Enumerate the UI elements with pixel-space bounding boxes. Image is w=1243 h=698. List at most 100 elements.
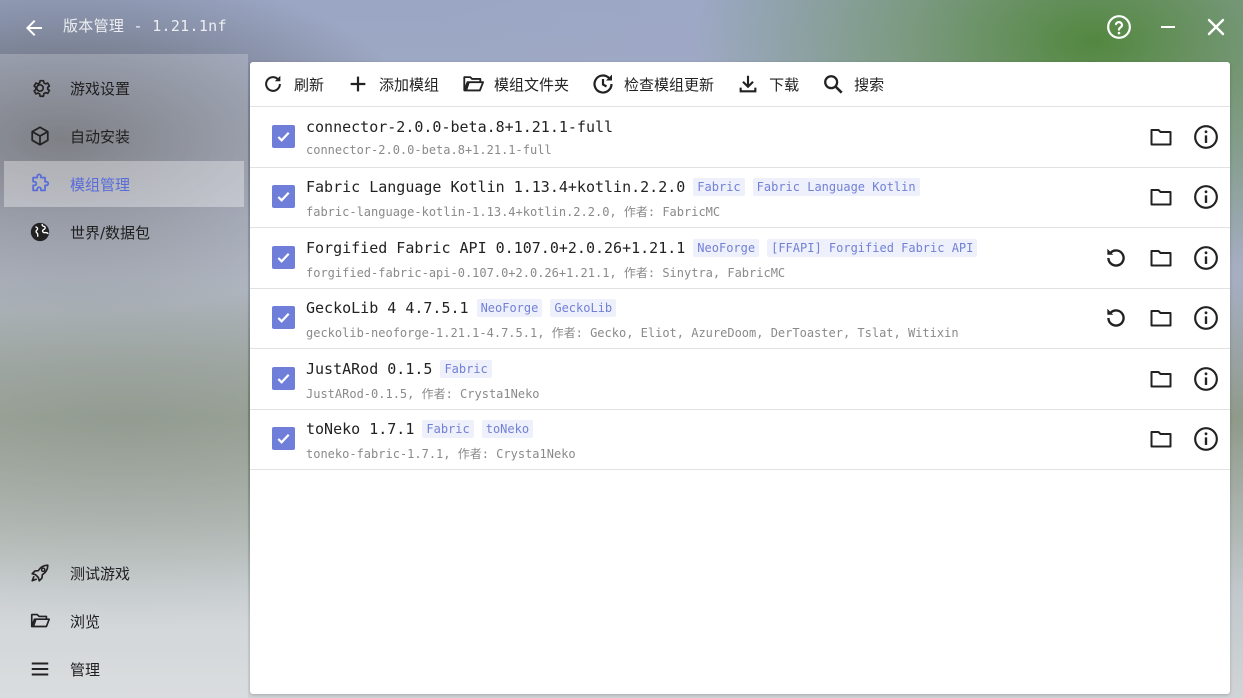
refresh-icon [261,72,285,96]
mod-enabled-checkbox[interactable] [272,125,295,148]
sidebar-item-mod-management[interactable]: 模组管理 [4,161,244,207]
folder-icon [1150,249,1172,267]
sidebar-item-label: 模组管理 [70,175,131,194]
revert-mod-button[interactable] [1102,244,1130,272]
mod-enabled-checkbox[interactable] [272,185,295,209]
folder-icon [1150,189,1172,206]
mod-tag: Fabric Language Kotlin [752,178,920,197]
mod-info-button[interactable] [1192,365,1220,393]
mod-tag: NeoForge [476,299,543,318]
help-button[interactable] [1104,12,1134,42]
download-button[interactable]: 下载 [725,64,810,104]
mod-info-button[interactable] [1192,244,1220,272]
add-mod-button[interactable]: 添加模组 [335,64,450,104]
sidebar-item-test-game[interactable]: 测试游戏 [4,550,244,596]
mod-folder-button[interactable]: 模组文件夹 [450,64,580,104]
sidebar-item-label: 测试游戏 [70,564,131,583]
folder-icon [1150,310,1172,327]
arrow-left-icon [26,20,42,36]
globe-icon [28,220,52,244]
mod-row[interactable]: GeckoLib 4 4.7.5.1 NeoForge GeckoLib geckol… [250,288,1230,350]
mod-name: JustARod 0.1.5 [306,359,433,378]
sidebar-item-browse[interactable]: 浏览 [4,598,244,644]
menu-icon [28,657,52,681]
app-window: 版本管理 - 1.21.1nf 游戏设置 自动安装 模组管理 世界/数据包 测试… [0,0,1243,698]
mod-enabled-checkbox[interactable] [272,306,295,330]
mod-name: toNeko 1.7.1 [306,420,415,438]
download-icon [736,72,760,96]
mod-info-button[interactable] [1192,123,1220,151]
open-mod-folder-button[interactable] [1147,365,1175,393]
sidebar-item-label: 浏览 [70,612,101,631]
toolbar: 刷新 添加模组 模组文件夹 检查模组更新 下载 搜索 [250,62,1230,107]
mod-title: toNeko 1.7.1 Fabric toNeko [306,420,534,438]
mod-row[interactable]: Fabric Language Kotlin 1.13.4+kotlin.2.2… [250,167,1230,229]
sidebar-item-auto-install[interactable]: 自动安装 [4,113,244,159]
sidebar: 游戏设置 自动安装 模组管理 世界/数据包 测试游戏 浏览 管理 [0,54,248,698]
undo-icon [1107,248,1125,267]
mod-tag: [FFAPI] Forgified Fabric API [767,238,978,257]
sidebar-item-label: 世界/数据包 [70,223,151,242]
open-mod-folder-button[interactable] [1147,425,1175,453]
info-icon [1194,366,1218,391]
open-mod-folder-button[interactable] [1147,244,1175,272]
folder-icon [1150,129,1172,146]
update-clock-icon [591,72,615,96]
mod-tag: Fabric [440,359,492,378]
mod-name: Fabric Language Kotlin 1.13.4+kotlin.2.2… [306,178,686,197]
info-icon [1194,306,1218,331]
sidebar-item-manage[interactable]: 管理 [4,646,244,692]
mod-description: geckolib-neoforge-1.21.1-4.7.5.1, 作者: Ge… [306,326,959,341]
search-icon [821,72,845,96]
mod-row[interactable]: toNeko 1.7.1 Fabric toNeko toneko-fabric-1.… [250,409,1230,470]
sidebar-item-label: 游戏设置 [70,79,131,98]
title-bar: 版本管理 - 1.21.1nf [0,0,1243,54]
mod-enabled-checkbox[interactable] [272,245,295,269]
undo-icon [1107,308,1125,327]
add-mod-label: 添加模组 [379,75,440,94]
open-mod-folder-button[interactable] [1147,183,1175,211]
mod-enabled-checkbox[interactable] [272,366,295,390]
mod-description: forgified-fabric-api-0.107.0+2.0.26+1.21… [306,265,786,280]
folder-open-icon [28,609,52,633]
mod-name: connector-2.0.0-beta.8+1.21.1-full [306,118,614,136]
mod-description: connector-2.0.0-beta.8+1.21.1-full [306,143,552,157]
folder-icon [1150,370,1172,388]
mod-row[interactable]: connector-2.0.0-beta.8+1.21.1-full connec… [250,107,1230,168]
mod-list-panel: 刷新 添加模组 模组文件夹 检查模组更新 下载 搜索 connector-2.0… [250,62,1230,694]
minimize-button[interactable] [1153,12,1183,42]
back-button[interactable] [20,14,48,42]
info-icon [1194,245,1218,270]
minimize-icon [1161,26,1175,28]
search-button[interactable]: 搜索 [810,64,895,104]
revert-mod-button[interactable] [1102,304,1130,332]
mod-tag: NeoForge [693,238,760,257]
close-icon [1207,18,1225,36]
mod-name: GeckoLib 4 4.7.5.1 [306,299,469,318]
sidebar-item-label: 管理 [70,660,101,679]
mod-row[interactable]: JustARod 0.1.5 Fabric JustARod-0.1.5, 作者: … [250,349,1230,410]
window-title: 版本管理 - 1.21.1nf [63,17,227,35]
gear-icon [28,76,52,100]
sidebar-item-game-settings[interactable]: 游戏设置 [4,65,244,111]
info-icon [1194,125,1218,149]
sidebar-item-label: 自动安装 [70,127,131,146]
open-mod-folder-button[interactable] [1147,123,1175,151]
mod-info-button[interactable] [1192,425,1220,453]
mod-title: JustARod 0.1.5 Fabric [306,359,492,378]
mod-info-button[interactable] [1192,183,1220,211]
refresh-button[interactable]: 刷新 [250,64,335,104]
sidebar-item-worlds-datapacks[interactable]: 世界/数据包 [4,209,244,255]
mod-enabled-checkbox[interactable] [272,427,295,450]
check-updates-button[interactable]: 检查模组更新 [580,64,725,104]
mod-name: Forgified Fabric API 0.107.0+2.0.26+1.21… [306,238,686,257]
mod-info-button[interactable] [1192,304,1220,332]
cube-icon [28,124,52,148]
help-circle-icon [1107,15,1131,39]
close-button[interactable] [1201,12,1231,42]
open-mod-folder-button[interactable] [1147,304,1175,332]
puzzle-icon [28,172,52,196]
mod-title: Fabric Language Kotlin 1.13.4+kotlin.2.2… [306,178,920,197]
mod-row[interactable]: Forgified Fabric API 0.107.0+2.0.26+1.21… [250,228,1230,289]
mod-title: connector-2.0.0-beta.8+1.21.1-full [306,118,613,136]
